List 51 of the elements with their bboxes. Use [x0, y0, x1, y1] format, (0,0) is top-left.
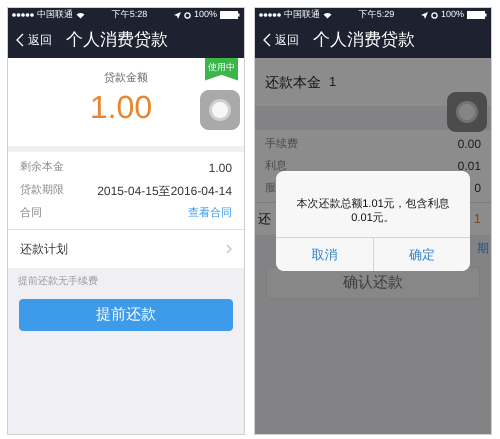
- detail-value: 1.00: [208, 160, 232, 176]
- fee-value: 0.01: [458, 158, 481, 175]
- plan-link-text[interactable]: 期: [477, 239, 489, 257]
- total-label: 还: [258, 210, 271, 228]
- detail-label: 合同: [20, 206, 42, 222]
- repayment-plan-label: 还款计划: [20, 241, 68, 258]
- dialog-message: 本次还款总额1.01元，包含利息0.01元。: [295, 196, 451, 226]
- alarm-clock-icon: [430, 12, 438, 18]
- principal-value: 1: [329, 73, 336, 92]
- battery-icon: [220, 11, 240, 19]
- status-time: 下午5:29: [358, 8, 394, 22]
- location-arrow-icon: [420, 12, 428, 18]
- status-time: 下午5:28: [112, 8, 148, 22]
- detail-label: 剩余本金: [20, 160, 64, 176]
- fee-value: 0: [474, 180, 481, 197]
- fee-label: 服: [265, 180, 276, 196]
- chevron-right-icon: [226, 244, 232, 254]
- page-title: 个人消费贷款: [66, 29, 168, 52]
- no-fee-note: 提前还款无手续费: [17, 274, 99, 289]
- fee-value: 0.00: [458, 136, 481, 153]
- detail-label: 贷款期限: [20, 183, 64, 198]
- page-title: 个人消费贷款: [313, 29, 415, 52]
- back-button[interactable]: 返回: [255, 31, 299, 49]
- in-use-badge: 使用中: [205, 58, 238, 80]
- floating-touch-button[interactable]: [200, 90, 240, 130]
- chevron-left-icon: [263, 33, 271, 47]
- detail-value: 2015-04-15至2016-04-14: [97, 182, 232, 200]
- back-button[interactable]: 返回: [8, 31, 52, 49]
- wifi-icon: [76, 12, 85, 18]
- loan-amount: 1.00: [90, 88, 152, 126]
- total-value: 1: [474, 210, 481, 228]
- battery-percentage: 100%: [194, 8, 217, 22]
- battery-percentage: 100%: [440, 8, 464, 22]
- fee-label: 手续费: [265, 136, 298, 152]
- location-arrow-icon: [174, 12, 181, 18]
- carrier-name: 中国联通: [37, 8, 73, 22]
- signal-dots-icon: [259, 13, 281, 17]
- alarm-clock-icon: [184, 12, 191, 18]
- loan-amount-label: 贷款金额: [104, 70, 148, 86]
- chevron-left-icon: [16, 33, 24, 47]
- repay-button[interactable]: 提前还款: [19, 299, 233, 331]
- signal-dots-icon: [12, 13, 34, 17]
- dialog-button[interactable]: 确定: [372, 238, 470, 271]
- view-contract-link[interactable]: 查看合同: [188, 205, 232, 222]
- fee-label: 利息: [265, 158, 287, 174]
- wifi-icon: [323, 12, 332, 18]
- repayment-plan-row[interactable]: 还款计划: [8, 230, 244, 268]
- floating-touch-button[interactable]: [447, 92, 487, 132]
- battery-icon: [467, 11, 487, 19]
- principal-label: 还款本金: [265, 72, 321, 92]
- carrier-name: 中国联通: [284, 8, 320, 22]
